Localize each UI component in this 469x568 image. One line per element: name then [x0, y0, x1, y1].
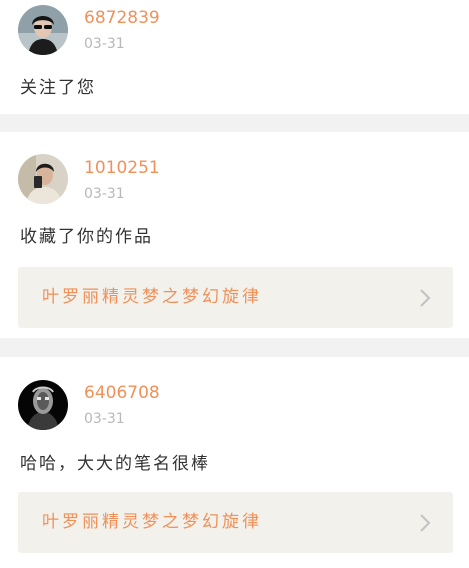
work-title: 叶罗丽精灵梦之梦幻旋律 [42, 512, 262, 532]
notification-card: 6406708 03-31 哈哈，大大的笔名很棒 叶罗丽精灵梦之梦幻旋律 [0, 357, 469, 568]
chevron-right-icon [420, 289, 431, 307]
work-title: 叶罗丽精灵梦之梦幻旋律 [42, 287, 262, 307]
username[interactable]: 1010251 [84, 158, 160, 178]
username[interactable]: 6406708 [84, 383, 160, 403]
notification-message: 关注了您 [20, 78, 96, 98]
notification-card: 6872839 03-31 关注了您 [0, 0, 469, 114]
user-avatar-dark-figure-icon [18, 380, 68, 430]
avatar[interactable] [18, 380, 68, 430]
user-avatar-selfie-icon [18, 154, 68, 204]
work-link[interactable]: 叶罗丽精灵梦之梦幻旋律 [18, 492, 453, 553]
notification-message: 哈哈，大大的笔名很棒 [20, 454, 210, 474]
avatar[interactable] [18, 5, 68, 55]
notification-card: 1010251 03-31 收藏了你的作品 叶罗丽精灵梦之梦幻旋律 [0, 132, 469, 338]
work-link[interactable]: 叶罗丽精灵梦之梦幻旋律 [18, 267, 453, 328]
timestamp: 03-31 [84, 411, 125, 427]
timestamp: 03-31 [84, 186, 125, 202]
user-avatar-sunglasses-icon [18, 5, 68, 55]
username[interactable]: 6872839 [84, 8, 160, 28]
notification-feed: 6872839 03-31 关注了您 1010251 03-31 收藏了你的作品… [0, 0, 469, 568]
chevron-right-icon [420, 514, 431, 532]
notification-message: 收藏了你的作品 [20, 227, 153, 247]
timestamp: 03-31 [84, 36, 125, 52]
avatar[interactable] [18, 154, 68, 204]
